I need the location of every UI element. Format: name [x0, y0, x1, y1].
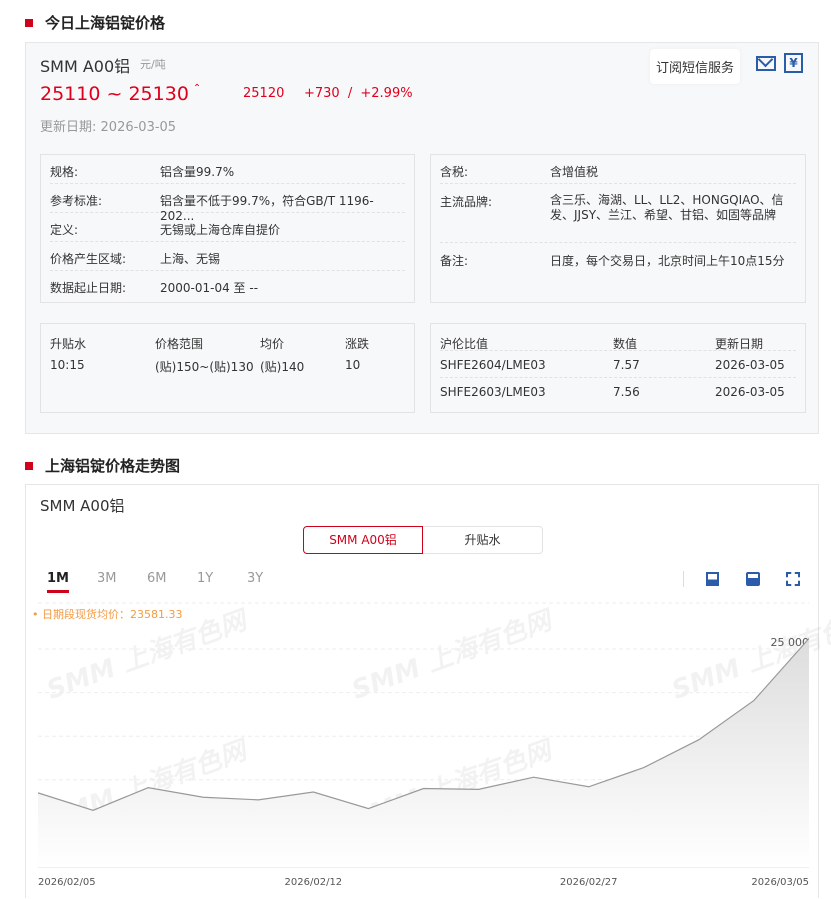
price-high: 25130	[128, 83, 188, 105]
spec-value: 铝含量99.7%	[160, 163, 234, 180]
price-range: 25110 ~ 25130 ⌃	[40, 83, 201, 105]
spec-key: 数据起止日期:	[50, 279, 126, 296]
x-tick-label: 2026/02/12	[285, 877, 343, 888]
avg-price: 25120	[243, 86, 284, 101]
spec-row: 价格产生区域: 上海、无锡	[50, 242, 405, 271]
premium-table: 升贴水价格范围均价涨跌 10:15 (贴)150~(贴)130 (贴)140 10	[40, 323, 415, 413]
change-value: +730	[304, 86, 340, 101]
spec-value: 2000-01-04 至 --	[160, 279, 258, 296]
ratio-table: 沪伦比值数值更新日期 SHFE2604/LME037.572026-03-05 …	[430, 323, 806, 413]
cell: 7.56	[613, 385, 640, 399]
update-date: 更新日期: 2026-03-05	[40, 116, 176, 135]
spec-key: 规格:	[50, 163, 78, 180]
cell: (贴)150~(贴)130	[155, 358, 254, 375]
price-calendar-icon[interactable]: ¥	[784, 53, 803, 73]
section-title-trend: 上海铝锭价格走势图	[25, 455, 180, 476]
spec-key: 含税:	[440, 163, 468, 180]
unit: 元/吨	[140, 56, 166, 72]
spec-value: 日度，每个交易日，北京时间上午10点15分	[550, 252, 785, 269]
spec-value: 上海、无锡	[160, 250, 220, 267]
cell: 10:15	[50, 358, 85, 372]
section-title-text: 今日上海铝锭价格	[45, 12, 165, 33]
spec-key: 备注:	[440, 252, 468, 269]
spec-row: 主流品牌: 含三乐、海湖、LL、LL2、HONGQIAO、信发、JJSY、兰江、希…	[440, 184, 796, 243]
chart-card: SMM A00铝 SMM A00铝 升贴水 1M3M6M1Y3Y • 日期段现货…	[25, 484, 819, 898]
spec-row: 规格: 铝含量99.7%	[50, 155, 405, 184]
ratio-row: SHFE2604/LME03 7.57 2026-03-05	[440, 351, 796, 378]
header-cell: 沪伦比值	[440, 335, 488, 352]
spec-row: 参考标准:铝含量不低于99.7%，符合GB/T 1196-202...	[50, 184, 405, 213]
mail-icon[interactable]	[756, 56, 776, 71]
cell: 7.57	[613, 358, 640, 372]
spec-row: 备注: 日度，每个交易日，北京时间上午10点15分	[440, 243, 796, 283]
spec-left-box: 规格: 铝含量99.7% 参考标准:铝含量不低于99.7%，符合GB/T 1196-…	[40, 154, 415, 303]
change: +730 / +2.99%	[304, 86, 413, 101]
cell: SHFE2603/LME03	[440, 385, 546, 399]
spec-row: 定义: 无锡或上海仓库自提价	[50, 213, 405, 242]
update-value: 2026-03-05	[101, 120, 177, 135]
ratio-header: 沪伦比值 数值 更新日期	[440, 324, 796, 351]
price-panel: SMM A00铝 元/吨 25110 ~ 25130 ⌃ 25120 +730 /…	[25, 42, 819, 434]
spec-key: 主流品牌:	[440, 193, 492, 210]
price-low: 25110	[40, 83, 100, 105]
change-pct: +2.99%	[360, 86, 412, 101]
cell: 2026-03-05	[715, 358, 785, 372]
spec-right-box: 含税: 含增值税 主流品牌: 含三乐、海湖、LL、LL2、HONGQIAO、信发、J…	[430, 154, 806, 303]
x-tick-label: 2026/03/05	[751, 877, 809, 888]
section-title-today: 今日上海铝锭价格	[25, 12, 165, 33]
x-tick-label: 2026/02/27	[560, 877, 618, 888]
spec-row: 含税: 含增值税	[440, 155, 796, 184]
spec-key: 参考标准:	[50, 192, 102, 209]
spec-key: 价格产生区域:	[50, 250, 126, 267]
section-title-text: 上海铝锭价格走势图	[45, 455, 180, 476]
cell: 10	[345, 358, 360, 372]
spec-value: 无锡或上海仓库自提价	[160, 221, 280, 238]
up-arrow-icon: ⌃	[193, 83, 201, 94]
x-tick-label: 2026/02/05	[38, 877, 96, 888]
header-cell: 更新日期	[715, 335, 763, 352]
area-fill	[38, 639, 809, 867]
ratio-row: SHFE2603/LME03 7.56 2026-03-05	[440, 378, 796, 405]
cell: 2026-03-05	[715, 385, 785, 399]
cell: SHFE2604/LME03	[440, 358, 546, 372]
price-chart: 25 00024 50024 00023 50023 00022 5002026…	[26, 485, 820, 899]
spec-key: 定义:	[50, 221, 78, 238]
slash: /	[348, 86, 352, 101]
premium-header: 升贴水价格范围均价涨跌	[50, 324, 405, 350]
tilde: ~	[107, 83, 123, 105]
cell: (贴)140	[260, 358, 304, 375]
update-label: 更新日期:	[40, 120, 96, 135]
spec-value: 含增值税	[550, 163, 598, 180]
product-name: SMM A00铝	[40, 53, 130, 77]
header-cell: 数值	[613, 335, 637, 352]
spec-value: 含三乐、海湖、LL、LL2、HONGQIAO、信发、JJSY、兰江、希望、甘铝、…	[550, 193, 795, 223]
spec-row: 数据起止日期: 2000-01-04 至 --	[50, 271, 405, 300]
premium-row: 10:15 (贴)150~(贴)130 (贴)140 10	[50, 350, 405, 376]
subscribe-sms-button[interactable]: 订阅短信服务	[650, 49, 740, 84]
